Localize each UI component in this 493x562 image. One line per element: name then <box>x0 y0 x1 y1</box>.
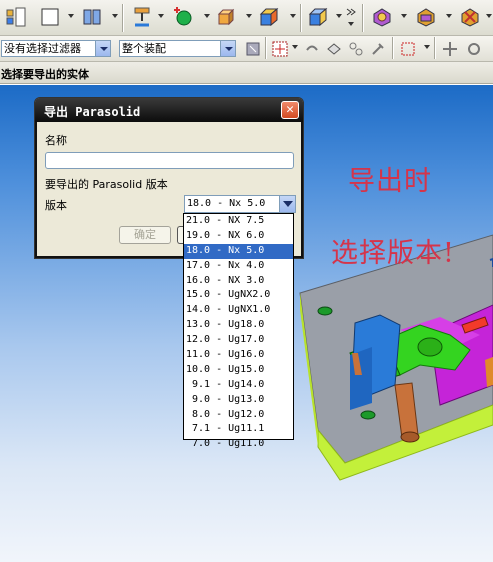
chevron-down-icon[interactable] <box>290 14 296 20</box>
version-option[interactable]: 13.0 - Ug18.0 <box>184 318 293 333</box>
component-icon[interactable] <box>370 5 394 29</box>
chevron-down-icon[interactable] <box>246 14 252 20</box>
solid-icon[interactable] <box>306 5 330 29</box>
toolbar-separator <box>300 4 302 32</box>
type-filter-select[interactable]: 没有选择过滤器 <box>1 40 111 57</box>
version-label: 版本 <box>45 199 67 212</box>
scope-value: 整个装配 <box>122 42 166 55</box>
cube-sides-icon[interactable] <box>257 5 281 29</box>
book-icon[interactable] <box>80 5 104 29</box>
toolbar-separator <box>434 37 436 59</box>
version-option[interactable]: 21.0 - NX 7.5 <box>184 214 293 229</box>
prompt-bar: 选择要导出的实体 <box>0 62 493 84</box>
toolbar-separator <box>265 37 267 59</box>
rectangle-select-icon[interactable] <box>396 37 420 61</box>
version-select[interactable]: 18.0 - Nx 5.0 <box>184 195 296 213</box>
chevron-down-icon[interactable] <box>279 196 295 212</box>
version-option[interactable]: 16.0 - NX 3.0 <box>184 274 293 289</box>
version-value: 18.0 - Nx 5.0 <box>187 198 266 209</box>
name-field[interactable] <box>45 152 294 169</box>
section-label: 要导出的 Parasolid 版本 <box>45 178 168 191</box>
version-option[interactable]: 17.0 - Nx 4.0 <box>184 259 293 274</box>
box-icon[interactable] <box>214 5 238 29</box>
chevron-down-icon[interactable] <box>292 45 298 51</box>
undo-icon[interactable] <box>300 37 324 61</box>
version-option[interactable]: 18.0 - Nx 5.0 <box>184 243 293 259</box>
chevron-down-icon[interactable] <box>112 14 118 20</box>
version-option[interactable]: 14.0 - UgNX1.0 <box>184 303 293 318</box>
link-icon[interactable] <box>344 37 368 61</box>
annotation-text-line2: 选择版本! <box>331 238 455 269</box>
ok-button[interactable]: 确定 <box>119 226 171 244</box>
version-option[interactable]: 10.0 - Ug15.0 <box>184 363 293 378</box>
version-dropdown-list[interactable]: 21.0 - NX 7.5 19.0 - NX 6.0 18.0 - Nx 5.0 1… <box>183 213 294 449</box>
version-option[interactable]: 8.0 - Ug12.0 <box>184 408 293 423</box>
new-sheet-icon[interactable] <box>38 5 62 29</box>
prompt-text: 选择要导出的实体 <box>1 68 89 81</box>
chevron-down-icon[interactable] <box>424 45 430 51</box>
version-option[interactable]: 9.0 - Ug13.0 <box>184 393 293 408</box>
chevron-down-icon[interactable] <box>401 14 407 20</box>
toolbar-separator <box>362 4 364 32</box>
version-option[interactable]: 11.0 - Ug16.0 <box>184 348 293 363</box>
layer-icon[interactable] <box>4 5 28 29</box>
dialog-titlebar[interactable]: 导出 Parasolid ✕ <box>35 98 303 122</box>
chevron-down-icon[interactable] <box>446 14 452 20</box>
version-option[interactable]: 7.1 - Ug11.1 <box>184 422 293 437</box>
chevron-down-icon[interactable] <box>95 41 110 56</box>
chevron-down-icon[interactable] <box>336 14 342 20</box>
main-toolbar <box>0 0 493 36</box>
version-option[interactable]: 19.0 - NX 6.0 <box>184 229 293 244</box>
snap-point-icon[interactable] <box>268 37 292 61</box>
tool-icon[interactable] <box>366 37 390 61</box>
version-option[interactable]: 12.0 - Ug17.0 <box>184 333 293 348</box>
name-label: 名称 <box>45 134 67 147</box>
rotate-icon[interactable] <box>462 37 486 61</box>
datum-plane-icon[interactable] <box>130 5 154 29</box>
close-icon[interactable]: ✕ <box>281 101 299 119</box>
chevron-down-icon[interactable] <box>68 14 74 20</box>
chevron-down-icon[interactable] <box>204 14 210 20</box>
version-option[interactable]: 7.0 - Ug11.0 <box>184 437 293 452</box>
chevron-down-icon[interactable] <box>158 14 164 20</box>
point-icon[interactable] <box>170 5 194 29</box>
more-icon[interactable] <box>344 5 358 29</box>
assembly-icon[interactable] <box>414 5 438 29</box>
version-option[interactable]: 9.1 - Ug14.0 <box>184 378 293 393</box>
explode-icon[interactable] <box>458 5 482 29</box>
scope-select[interactable]: 整个装配 <box>119 40 236 57</box>
dialog-title: 导出 Parasolid <box>44 105 141 119</box>
object-icon[interactable] <box>322 37 346 61</box>
annotation-text-line1: 导出时 <box>348 166 432 197</box>
toolbar-separator <box>122 4 124 32</box>
selection-toolbar: 没有选择过滤器 整个装配 <box>0 36 493 62</box>
type-filter-value: 没有选择过滤器 <box>4 42 81 55</box>
chevron-down-icon[interactable] <box>486 14 492 20</box>
filter-options-icon[interactable] <box>241 37 265 61</box>
toolbar-separator <box>392 37 394 59</box>
chevron-down-icon[interactable] <box>220 41 235 56</box>
move-icon[interactable] <box>438 37 462 61</box>
version-option[interactable]: 15.0 - UgNX2.0 <box>184 288 293 303</box>
